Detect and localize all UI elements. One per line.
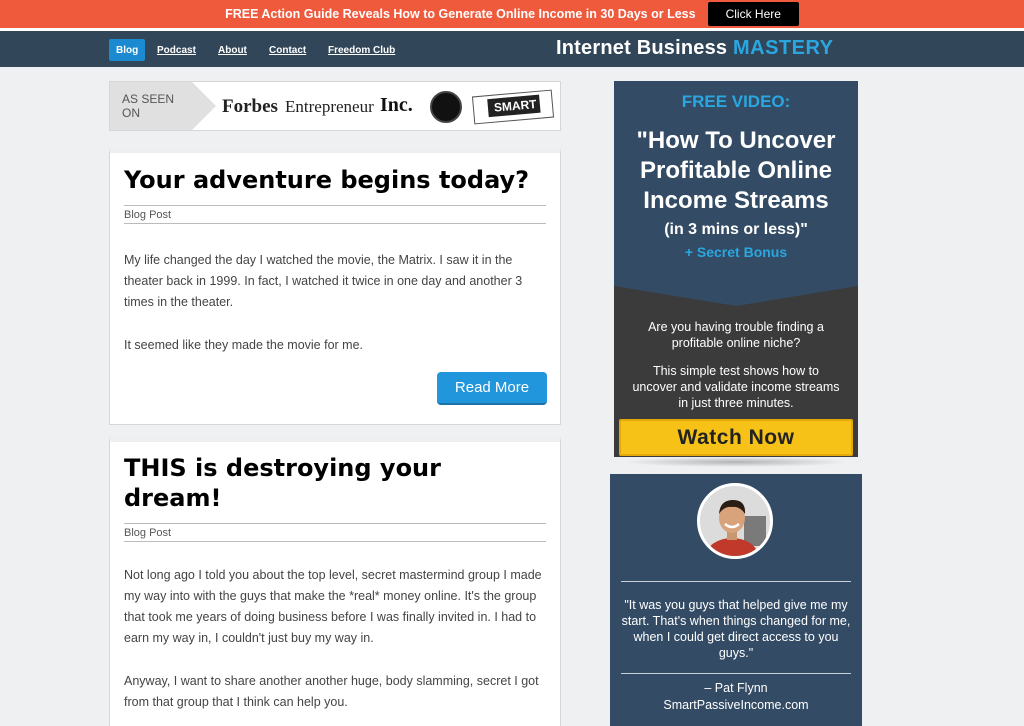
- logo-text-b: MASTERY: [732, 37, 834, 59]
- ad-subheadline: (in 3 mins or less)": [664, 221, 808, 238]
- testimonial-box: "It was you guys that helped give me my …: [610, 474, 862, 726]
- testimonial-quote: "It was you guys that helped give me my …: [621, 598, 851, 660]
- author-name: – Pat Flynn: [704, 681, 768, 695]
- inc-logo: Inc.: [380, 94, 413, 116]
- smart-blog-logo: SMART: [471, 89, 555, 125]
- post-title[interactable]: THIS is destroying your dream!: [124, 453, 524, 513]
- author-site[interactable]: SmartPassiveIncome.com: [610, 697, 862, 714]
- as-seen-on-label: AS SEEN ON: [110, 82, 192, 130]
- divider: [621, 581, 851, 582]
- watch-now-shadow: [622, 457, 850, 467]
- post-excerpt-p2: It seemed like they made the movie for m…: [124, 338, 363, 352]
- blog-post-card: Your adventure begins today? Blog Post M…: [109, 148, 561, 425]
- avatar: [697, 483, 773, 559]
- as-seen-on-arrow: [192, 82, 216, 130]
- nav-item-about[interactable]: About: [218, 45, 247, 56]
- forbes-logo: Forbes: [222, 96, 278, 117]
- ad-bonus: + Secret Bonus: [684, 244, 788, 260]
- free-video-ad: FREE VIDEO: "How To Uncover Profitable O…: [614, 81, 858, 457]
- nav-item-freedom-club[interactable]: Freedom Club: [328, 45, 395, 56]
- click-here-button[interactable]: Click Here: [707, 2, 799, 26]
- testimonial-author: – Pat Flynn SmartPassiveIncome.com: [610, 680, 862, 714]
- avatar-portrait-icon: [700, 486, 770, 556]
- post-category: Blog Post: [124, 523, 546, 542]
- nav-item-podcast[interactable]: Podcast: [157, 45, 196, 56]
- nav-item-blog[interactable]: Blog: [109, 39, 146, 61]
- ad-headline: "How To Uncover Profitable Online Income…: [636, 127, 836, 214]
- read-more-button[interactable]: Read More: [437, 372, 547, 405]
- post-excerpt-p2: Anyway, I want to share another another …: [124, 674, 539, 709]
- post-category: Blog Post: [124, 205, 546, 224]
- smart-logo-text: SMART: [487, 94, 541, 118]
- ad-body: This simple test shows how to uncover an…: [632, 364, 840, 410]
- ad-chevron: [614, 286, 858, 306]
- ad-free-video-label: FREE VIDEO:: [681, 92, 791, 111]
- logo-text-a: Internet Business: [556, 37, 733, 59]
- site-logo[interactable]: Internet Business MASTERY: [556, 37, 834, 60]
- as-seen-on-banner: AS SEEN ON Forbes Entrepreneur Inc. SMAR…: [109, 81, 561, 131]
- ad-question: Are you having trouble finding a profita…: [648, 320, 824, 350]
- watch-now-button[interactable]: Watch Now: [619, 419, 853, 456]
- post-excerpt-p1: Not long ago I told you about the top le…: [124, 568, 542, 645]
- post-excerpt-p1: My life changed the day I watched the mo…: [124, 253, 523, 309]
- promo-text: FREE Action Guide Reveals How to Generat…: [225, 7, 696, 21]
- post-title[interactable]: Your adventure begins today?: [124, 165, 529, 195]
- main-nav: Blog Podcast About Contact Freedom Club …: [0, 28, 1024, 67]
- promo-bar: FREE Action Guide Reveals How to Generat…: [0, 0, 1024, 28]
- entrepreneur-logo: Entrepreneur: [285, 97, 374, 116]
- entrepreneur-badge-icon: [430, 91, 462, 123]
- nav-item-contact[interactable]: Contact: [269, 45, 306, 56]
- blog-post-card: THIS is destroying your dream! Blog Post…: [109, 437, 561, 726]
- divider: [621, 673, 851, 674]
